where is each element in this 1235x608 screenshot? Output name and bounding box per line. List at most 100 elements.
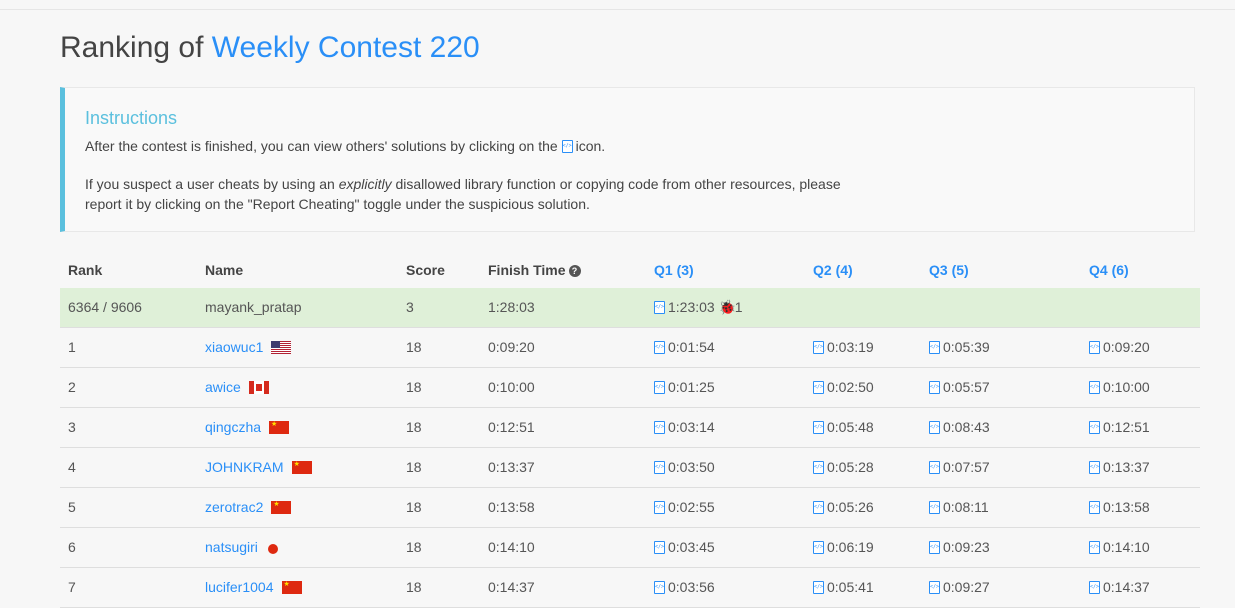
code-file-icon[interactable] bbox=[929, 501, 940, 514]
row-score: 18 bbox=[406, 339, 422, 355]
q4-submission[interactable]: 0:10:00 bbox=[1089, 368, 1150, 406]
flag-china-icon bbox=[281, 581, 302, 594]
q2-time: 0:05:26 bbox=[827, 499, 874, 515]
q4-time: 0:13:58 bbox=[1103, 499, 1150, 515]
q4-submission[interactable]: 0:14:10 bbox=[1089, 528, 1150, 566]
q3-submission[interactable]: 0:08:43 bbox=[929, 408, 990, 446]
code-file-icon[interactable] bbox=[1089, 501, 1100, 514]
code-file-icon[interactable] bbox=[929, 341, 940, 354]
code-file-icon[interactable] bbox=[929, 541, 940, 554]
q3-submission[interactable]: 0:05:39 bbox=[929, 328, 990, 366]
q1-submission[interactable]: 0:02:55 bbox=[654, 488, 715, 526]
username-link[interactable]: awice bbox=[205, 379, 241, 395]
instructions-p1-text: After the contest is finished, you can v… bbox=[85, 138, 558, 154]
code-file-icon[interactable] bbox=[654, 501, 665, 514]
q2-submission[interactable]: 0:05:48 bbox=[813, 408, 874, 446]
username-link[interactable]: xiaowuc1 bbox=[205, 339, 263, 355]
row-user: natsugiri bbox=[205, 528, 278, 566]
code-file-icon[interactable] bbox=[813, 501, 824, 514]
row-rank: 4 bbox=[68, 459, 76, 475]
q4-submission[interactable]: 0:13:37 bbox=[1089, 448, 1150, 486]
code-file-icon[interactable] bbox=[654, 421, 665, 434]
q4-submission[interactable]: 0:14:37 bbox=[1089, 568, 1150, 606]
row-user: xiaowuc1 bbox=[205, 328, 292, 366]
code-file-icon[interactable] bbox=[929, 421, 940, 434]
q1-submission[interactable]: 0:03:14 bbox=[654, 408, 715, 446]
instructions-title: Instructions bbox=[85, 108, 178, 128]
q3-time: 0:08:11 bbox=[943, 499, 989, 515]
my-q1-submission[interactable]: 1:23:03🐞1 bbox=[654, 288, 743, 326]
row-rank: 7 bbox=[68, 579, 76, 595]
q2-time: 0:02:50 bbox=[827, 379, 874, 395]
code-file-icon[interactable] bbox=[654, 301, 665, 314]
code-file-icon[interactable] bbox=[1089, 341, 1100, 354]
q3-submission[interactable]: 0:09:27 bbox=[929, 568, 990, 606]
code-file-icon[interactable] bbox=[654, 381, 665, 394]
table-header: Rank Name Score Finish Time? Q1 (3) Q2 (… bbox=[60, 252, 1200, 288]
q4-time: 0:14:37 bbox=[1103, 579, 1150, 595]
q1-time: 0:03:14 bbox=[668, 419, 715, 435]
code-file-icon[interactable] bbox=[1089, 581, 1100, 594]
code-file-icon[interactable] bbox=[929, 381, 940, 394]
code-file-icon[interactable] bbox=[813, 461, 824, 474]
q1-time: 0:03:50 bbox=[668, 459, 715, 475]
username-link[interactable]: lucifer1004 bbox=[205, 579, 274, 595]
code-file-icon[interactable] bbox=[929, 461, 940, 474]
row-finish-time: 0:12:51 bbox=[488, 419, 535, 435]
table-row: 5 zerotrac2 18 0:13:58 0:02:55 0:05:26 0:08:11… bbox=[60, 488, 1200, 528]
q3-submission[interactable]: 0:09:23 bbox=[929, 528, 990, 566]
row-score: 18 bbox=[406, 579, 422, 595]
q2-submission[interactable]: 0:06:19 bbox=[813, 528, 874, 566]
code-file-icon[interactable] bbox=[1089, 381, 1100, 394]
username-link[interactable]: qingczha bbox=[205, 419, 261, 435]
page-title: Ranking of Weekly Contest 220 bbox=[60, 28, 480, 68]
flag-us-icon bbox=[271, 341, 292, 354]
q1-submission[interactable]: 0:01:54 bbox=[654, 328, 715, 366]
q4-submission[interactable]: 0:12:51 bbox=[1089, 408, 1150, 446]
q4-submission[interactable]: 0:13:58 bbox=[1089, 488, 1150, 526]
code-file-icon[interactable] bbox=[813, 381, 824, 394]
header-q1[interactable]: Q1 (3) bbox=[654, 252, 694, 288]
q2-submission[interactable]: 0:03:19 bbox=[813, 328, 874, 366]
row-finish-time: 0:14:10 bbox=[488, 539, 535, 555]
code-file-icon[interactable] bbox=[813, 581, 824, 594]
q3-submission[interactable]: 0:07:57 bbox=[929, 448, 990, 486]
q1-submission[interactable]: 0:03:50 bbox=[654, 448, 715, 486]
q2-submission[interactable]: 0:05:26 bbox=[813, 488, 874, 526]
code-file-icon[interactable] bbox=[654, 461, 665, 474]
row-finish-time: 0:10:00 bbox=[488, 379, 535, 395]
code-file-icon[interactable] bbox=[1089, 541, 1100, 554]
contest-link[interactable]: Weekly Contest 220 bbox=[212, 31, 480, 64]
code-file-icon[interactable] bbox=[929, 581, 940, 594]
header-q2[interactable]: Q2 (4) bbox=[813, 252, 853, 288]
q2-submission[interactable]: 0:05:41 bbox=[813, 568, 874, 606]
code-file-icon[interactable] bbox=[1089, 461, 1100, 474]
header-q4[interactable]: Q4 (6) bbox=[1089, 252, 1129, 288]
code-file-icon[interactable] bbox=[1089, 421, 1100, 434]
question-circle-icon[interactable]: ? bbox=[568, 265, 581, 277]
code-file-icon[interactable] bbox=[813, 421, 824, 434]
code-file-icon[interactable] bbox=[813, 341, 824, 354]
q3-submission[interactable]: 0:05:57 bbox=[929, 368, 990, 406]
q1-submission[interactable]: 0:01:25 bbox=[654, 368, 715, 406]
q2-submission[interactable]: 0:05:28 bbox=[813, 448, 874, 486]
table-row: 4 JOHNKRAM 18 0:13:37 0:03:50 0:05:28 0:07:57 0… bbox=[60, 448, 1200, 488]
code-file-icon[interactable] bbox=[813, 541, 824, 554]
q3-submission[interactable]: 0:08:11 bbox=[929, 488, 989, 526]
header-q3[interactable]: Q3 (5) bbox=[929, 252, 969, 288]
code-file-icon[interactable] bbox=[654, 341, 665, 354]
row-finish-time: 0:09:20 bbox=[488, 339, 535, 355]
my-username: mayank_pratap bbox=[205, 299, 302, 315]
q4-submission[interactable]: 0:09:20 bbox=[1089, 328, 1150, 366]
username-link[interactable]: zerotrac2 bbox=[205, 499, 263, 515]
code-file-icon[interactable] bbox=[654, 581, 665, 594]
code-file-icon[interactable] bbox=[654, 541, 665, 554]
my-score: 3 bbox=[406, 299, 414, 315]
q1-time: 0:01:25 bbox=[668, 379, 715, 395]
username-link[interactable]: natsugiri bbox=[205, 539, 258, 555]
q2-time: 0:05:28 bbox=[827, 459, 874, 475]
q1-submission[interactable]: 0:03:45 bbox=[654, 528, 715, 566]
username-link[interactable]: JOHNKRAM bbox=[205, 459, 284, 475]
q1-submission[interactable]: 0:03:56 bbox=[654, 568, 715, 606]
q2-submission[interactable]: 0:02:50 bbox=[813, 368, 874, 406]
